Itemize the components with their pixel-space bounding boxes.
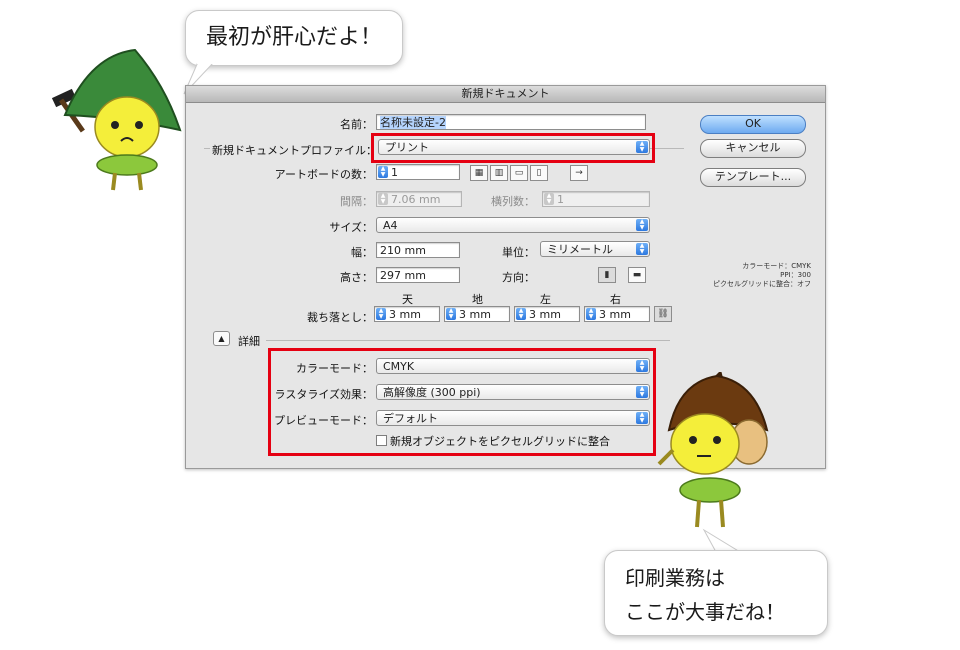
- spacing-label: 間隔：: [340, 195, 373, 208]
- chevron-down-icon: ▲ ▼: [636, 219, 648, 231]
- columns-input[interactable]: ▲ ▼ 1: [542, 191, 650, 207]
- bleed-left-input[interactable]: ▲ ▼ 3 mm: [514, 306, 580, 322]
- grid-by-row-icon[interactable]: ▦: [470, 165, 488, 181]
- speech-bubble-bottom-line-2: ここが大事だね！: [625, 600, 785, 624]
- orientation-label: 方向：: [502, 271, 535, 284]
- name-label: 名前：: [340, 118, 373, 131]
- bleed-right-header: 右: [610, 293, 621, 306]
- stepper-arrows-icon: ▲ ▼: [586, 308, 596, 320]
- units-label: 単位：: [502, 246, 535, 259]
- stepper-arrows-icon: ▲ ▼: [516, 308, 526, 320]
- grid-by-column-icon[interactable]: ▥: [490, 165, 508, 181]
- speech-bubble-bottom: 印刷業務は ここが大事だね！: [604, 550, 828, 636]
- stepper-arrows-icon: ▲ ▼: [446, 308, 456, 320]
- bleed-bottom-header: 地: [472, 293, 483, 306]
- portrait-icon[interactable]: ▮: [598, 267, 616, 283]
- arrange-by-column-icon[interactable]: ▯: [530, 165, 548, 181]
- stepper-arrows-icon: ▲ ▼: [378, 193, 388, 205]
- artboards-label: アートボードの数：: [274, 168, 373, 181]
- stepper-arrows-icon: ▲ ▼: [378, 166, 388, 178]
- landscape-icon[interactable]: ▬: [628, 267, 646, 283]
- bleed-top-input[interactable]: ▲ ▼ 3 mm: [374, 306, 440, 322]
- advanced-divider: [266, 340, 670, 341]
- highlight-frame-profile: [371, 133, 655, 163]
- bleed-label: 裁ち落とし：: [307, 311, 373, 324]
- stepper-arrows-icon: ▲ ▼: [544, 193, 554, 205]
- height-input[interactable]: 297 mm: [376, 267, 460, 283]
- width-label: 幅：: [351, 246, 373, 259]
- speech-bubble-top: 最初が肝心だよ！: [185, 10, 403, 66]
- highlight-frame-advanced: [268, 348, 656, 456]
- summary-pixel-grid: ピクセルグリッドに整合：オフ: [713, 280, 811, 288]
- dialog-title: 新規ドキュメント: [186, 86, 825, 103]
- summary-color-mode: カラーモード：CMYK: [742, 262, 811, 270]
- bleed-right-input[interactable]: ▲ ▼ 3 mm: [584, 306, 650, 322]
- summary-ppi: PPI：300: [780, 271, 811, 279]
- stepper-arrows-icon: ▲ ▼: [376, 308, 386, 320]
- chevron-down-icon: ▲ ▼: [636, 243, 648, 255]
- bleed-bottom-input[interactable]: ▲ ▼ 3 mm: [444, 306, 510, 322]
- cancel-button[interactable]: キャンセル: [700, 139, 806, 158]
- profile-label: 新規ドキュメントプロファイル：: [210, 142, 379, 158]
- height-label: 高さ：: [340, 271, 373, 284]
- units-select[interactable]: ミリメートル ▲ ▼: [540, 241, 650, 257]
- right-to-left-icon[interactable]: →: [570, 165, 588, 181]
- disclosure-triangle-icon[interactable]: ▲: [213, 331, 230, 346]
- link-bleed-icon[interactable]: ⛓: [654, 306, 672, 322]
- advanced-label: 詳細: [238, 335, 260, 348]
- mascot-chestnut-character: [657, 372, 769, 528]
- templates-button[interactable]: テンプレート...: [700, 168, 806, 187]
- name-input[interactable]: 名称未設定-2: [376, 114, 646, 130]
- artboards-stepper[interactable]: ▲ ▼ 1: [376, 164, 460, 180]
- width-input[interactable]: 210 mm: [376, 242, 460, 258]
- speech-bubble-top-text: 最初が肝心だよ！: [205, 25, 382, 50]
- speech-bubble-bottom-line-1: 印刷業務は: [625, 566, 725, 590]
- mascot-leaf-character: [51, 48, 182, 191]
- columns-label: 横列数：: [491, 195, 535, 208]
- arrange-by-row-icon[interactable]: ▭: [510, 165, 528, 181]
- bleed-left-header: 左: [540, 293, 551, 306]
- size-label: サイズ：: [329, 221, 373, 234]
- ok-button[interactable]: OK: [700, 115, 806, 134]
- size-select[interactable]: A4 ▲ ▼: [376, 217, 650, 233]
- spacing-input[interactable]: ▲ ▼ 7.06 mm: [376, 191, 462, 207]
- bleed-top-header: 天: [402, 293, 413, 306]
